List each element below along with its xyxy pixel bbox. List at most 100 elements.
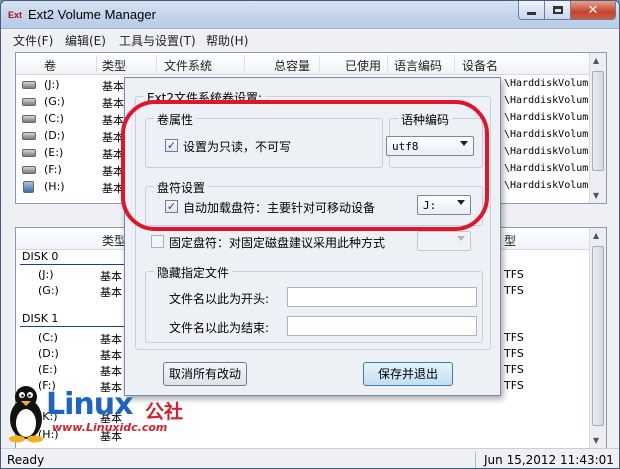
partition-name: (C:) — [38, 331, 58, 344]
encoding-title: 语种编码 — [398, 111, 453, 128]
col-type[interactable]: 类型 — [102, 232, 126, 249]
title-bar[interactable]: Ext Ext2 Volume Manager ✕ — [1, 1, 619, 29]
menu-file[interactable]: 文件(F) — [13, 32, 53, 49]
col-separator[interactable] — [387, 55, 388, 73]
volume-type: 基本 — [102, 97, 124, 110]
close-button[interactable]: ✕ — [570, 1, 616, 20]
auto-mount-label: 自动加载盘符：主要针对可移动设备 — [183, 201, 376, 215]
drive-icon — [22, 149, 36, 157]
drive-icon — [22, 81, 36, 89]
menu-help[interactable]: 帮助(H) — [206, 32, 248, 49]
scroll-up-icon[interactable]: ▲ — [593, 231, 599, 240]
disk-label: DISK 0 — [22, 250, 59, 263]
maximize-icon — [552, 6, 563, 14]
menu-bar: 文件(F) 编辑(E) 工具与设置(T) 帮助(H) — [1, 29, 619, 49]
partition-name: (G:) — [38, 284, 59, 297]
partition-type: 基本 — [100, 286, 122, 299]
volume-type: 基本 — [102, 131, 124, 144]
status-datetime: Jun 15,2012 11:43:01 — [484, 453, 614, 467]
partition-type: 基本 — [100, 333, 122, 346]
col-separator[interactable] — [319, 55, 320, 73]
volume-type: 基本 — [102, 182, 124, 195]
fixed-letter-checkbox[interactable] — [151, 235, 164, 248]
maximize-button[interactable] — [544, 1, 571, 20]
volume-name: (C:) — [44, 112, 64, 125]
col-encoding[interactable]: 语言编码 — [394, 57, 442, 74]
col-separator[interactable] — [96, 55, 97, 73]
col-type[interactable]: 类型 — [102, 57, 126, 74]
col-filesystem[interactable]: 文件系统 — [164, 57, 212, 74]
readonly-checkbox[interactable]: ✓ — [165, 139, 178, 152]
volume-device: \HarddiskVolum — [504, 146, 589, 157]
chevron-down-icon — [457, 236, 465, 241]
volume-device: \HarddiskVolum — [504, 129, 589, 140]
close-icon: ✕ — [587, 2, 599, 18]
drive-icon — [22, 132, 36, 140]
partition-fs: TFS — [504, 331, 524, 344]
col-separator[interactable] — [156, 55, 157, 73]
col-fs-type[interactable]: 型 — [504, 232, 516, 249]
minimize-button[interactable] — [518, 1, 545, 20]
scroll-thumb[interactable] — [592, 71, 604, 171]
usb-drive-icon — [23, 181, 34, 193]
auto-mount-checkbox[interactable]: ✓ — [165, 200, 178, 213]
fixed-letter-select[interactable] — [417, 231, 471, 251]
readonly-label: 设置为只读，不可写 — [183, 140, 292, 154]
suffix-input[interactable] — [287, 316, 477, 336]
partition-fs: TFS — [504, 347, 524, 360]
volume-list-header: 卷 类型 文件系统 总容量 已使用 语言编码 设备名 — [16, 53, 606, 75]
volume-name: (G:) — [44, 95, 65, 108]
volume-name: (D:) — [44, 129, 65, 142]
volume-name: (J:) — [44, 78, 60, 91]
partition-name: (J:) — [38, 268, 54, 281]
watermark-brand: Linux — [46, 387, 133, 422]
chevron-down-icon — [457, 200, 465, 205]
prefix-input[interactable] — [287, 287, 477, 307]
drive-icon — [22, 115, 36, 123]
volume-device: \HarddiskVolum — [504, 112, 589, 123]
status-text: Ready — [7, 453, 45, 467]
scroll-down-icon[interactable]: ▼ — [593, 191, 599, 200]
app-icon: Ext — [8, 10, 23, 20]
auto-mount-letter-value: J: — [423, 199, 437, 212]
menu-edit[interactable]: 编辑(E) — [65, 32, 106, 49]
col-used[interactable]: 已使用 — [345, 57, 381, 74]
auto-mount-letter-select[interactable]: J: — [417, 195, 471, 215]
window-title: Ext2 Volume Manager — [28, 7, 156, 22]
partition-fs: TFS — [504, 284, 524, 297]
volume-type: 基本 — [102, 165, 124, 178]
col-capacity[interactable]: 总容量 — [274, 57, 310, 74]
save-and-exit-button[interactable]: 保存并退出 — [363, 362, 453, 386]
volume-device: \HarddiskVolum — [504, 180, 589, 191]
partition-fs: TFS — [504, 363, 524, 376]
col-separator[interactable] — [244, 55, 245, 73]
partition-type: 基本 — [100, 349, 122, 362]
scroll-down-icon[interactable]: ▼ — [593, 436, 599, 445]
watermark-brand-cn: 公社 — [145, 401, 184, 423]
partition-fs: TFS — [504, 268, 524, 281]
scroll-thumb[interactable] — [592, 246, 604, 426]
scroll-up-icon[interactable]: ▲ — [593, 56, 599, 65]
col-volume[interactable]: 卷 — [44, 57, 56, 74]
watermark-url: www.Linuxidc.com — [52, 421, 168, 434]
hidden-files-title: 隐藏指定文件 — [154, 264, 233, 281]
volume-device: \HarddiskVolum — [504, 78, 589, 89]
volume-device: \HarddiskVolum — [504, 95, 589, 106]
col-device[interactable]: 设备名 — [462, 57, 498, 74]
disk-list-scrollbar[interactable]: ▲ ▼ — [589, 228, 606, 448]
encoding-select[interactable]: utf8 — [386, 136, 474, 156]
volume-type: 基本 — [102, 114, 124, 127]
encoding-value: utf8 — [392, 140, 419, 153]
disk-label: DISK 1 — [22, 312, 59, 325]
chevron-down-icon — [460, 141, 468, 146]
volume-list-scrollbar[interactable]: ▲ ▼ — [589, 53, 606, 203]
partition-type: 基本 — [100, 365, 122, 378]
col-separator[interactable] — [454, 55, 455, 73]
volume-name: (F:) — [44, 163, 62, 176]
drive-icon — [22, 98, 36, 106]
drive-icon — [22, 166, 36, 174]
fixed-letter-label: 固定盘符：对固定磁盘建议采用此种方式 — [169, 236, 386, 250]
menu-tools-settings[interactable]: 工具与设置(T) — [119, 32, 196, 49]
prefix-label: 文件名以此为开头: — [169, 292, 270, 306]
status-separator — [475, 452, 476, 468]
